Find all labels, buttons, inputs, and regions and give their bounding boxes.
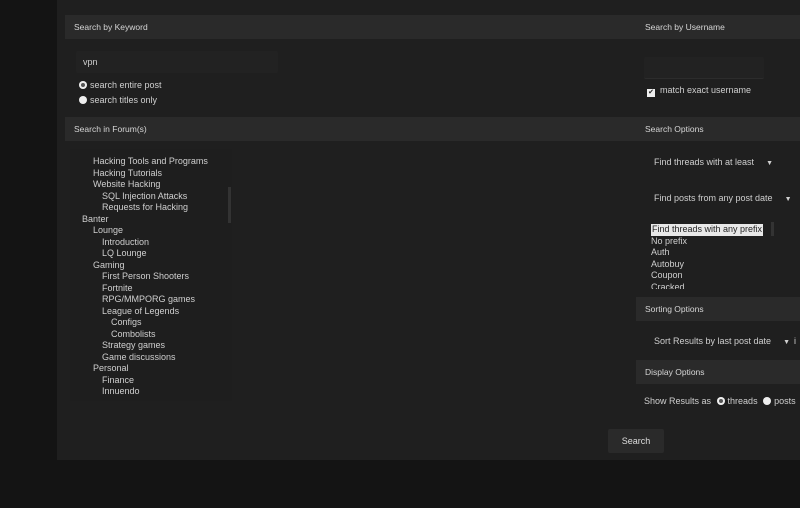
prefix-label: Coupon [651, 270, 683, 280]
radio-selected-icon [79, 81, 87, 89]
forum-list-scrollbar[interactable] [228, 187, 231, 223]
prefix-label: Autobuy [651, 258, 685, 269]
forum-item[interactable]: First Person Shooters [70, 271, 232, 283]
sorting-header: Sorting Options [636, 297, 800, 321]
prefix-label: Find threads with any prefix [651, 224, 764, 236]
match-exact-checkbox[interactable]: ✔ match exact username [647, 85, 751, 97]
forum-item[interactable]: League of Legends [70, 306, 232, 318]
forum-item[interactable]: Banter [70, 214, 232, 226]
radio-unselected-icon [79, 96, 87, 104]
forum-item[interactable]: Combolists [70, 329, 232, 341]
dropdown-arrow-icon: ▼ [783, 339, 790, 346]
display-header: Display Options [636, 360, 800, 384]
select-value: Find posts from any post date [654, 193, 773, 203]
radio-unselected-icon [763, 397, 772, 405]
forum-item[interactable]: Fortnite [70, 283, 232, 295]
radio-label: threads [727, 396, 758, 406]
forum-item[interactable]: Gaming [70, 260, 232, 272]
search-button[interactable]: Search [608, 429, 664, 453]
prefix-option[interactable]: Auth [651, 247, 771, 259]
keyword-value: vpn [83, 57, 98, 67]
threads-min-select[interactable]: Find threads with at least ▼ [654, 157, 773, 167]
prefix-listbox[interactable]: Find threads with any prefix No prefix Aut… [651, 224, 771, 289]
checkbox-label: match exact username [660, 85, 752, 95]
prefix-label: No prefix [651, 235, 688, 246]
forum-item[interactable]: Hacking Tools and Programs [70, 156, 232, 168]
prefix-option[interactable]: Find threads with any prefix [651, 224, 771, 236]
select-value: Find threads with at least [654, 157, 755, 167]
forum-item[interactable]: SQL Injection Attacks [70, 191, 232, 203]
keyword-header: Search by Keyword [65, 15, 636, 39]
prefix-option[interactable]: Autobuy [651, 259, 771, 271]
radio-threads[interactable]: threads [716, 396, 758, 406]
prefix-option[interactable]: No prefix [651, 236, 771, 248]
radio-label: search entire post [90, 80, 162, 90]
post-date-select[interactable]: Find posts from any post date ▼ [654, 193, 792, 203]
show-results-label: Show Results as [644, 396, 712, 406]
prefix-label: Cracked [651, 281, 685, 290]
checkmark-icon: ✔ [647, 89, 655, 97]
forum-item[interactable]: Introduction [70, 237, 232, 249]
prefix-label: Auth [651, 247, 670, 257]
forum-item[interactable]: Strategy games [70, 340, 232, 352]
radio-search-titles-only[interactable]: search titles only [79, 95, 157, 105]
forum-item[interactable]: Website Hacking [70, 179, 232, 191]
forum-item[interactable]: Game discussions [70, 352, 232, 364]
username-header: Search by Username [636, 15, 800, 39]
forum-item[interactable]: RPG/MMPORG games [70, 294, 232, 306]
radio-posts[interactable]: posts [763, 396, 796, 406]
forum-list[interactable]: Hacking Tools and Programs Hacking Tutori… [70, 149, 232, 401]
sort-trailing-text: i [794, 336, 796, 346]
select-value: Sort Results by last post date [654, 336, 772, 346]
forum-item[interactable]: Finance [70, 375, 232, 387]
radio-selected-icon [716, 397, 725, 405]
forum-item[interactable]: Hacking Tutorials [70, 168, 232, 180]
forum-item[interactable]: Configs [70, 317, 232, 329]
display-options-row: Show Results as threads posts [644, 396, 796, 406]
username-input[interactable] [644, 57, 764, 79]
forum-item[interactable]: Innuendo [70, 386, 232, 398]
dropdown-arrow-icon: ▼ [784, 196, 792, 203]
sort-select[interactable]: Sort Results by last post date ▼ [654, 336, 790, 346]
forum-item[interactable]: Requests for Hacking [70, 202, 232, 214]
forum-item[interactable]: Lounge [70, 225, 232, 237]
options-header: Search Options [636, 117, 800, 141]
radio-label: search titles only [90, 95, 158, 105]
prefix-scrollbar[interactable] [771, 222, 774, 236]
prefix-option[interactable]: Cracked [651, 282, 771, 290]
forum-item[interactable]: LQ Lounge [70, 248, 232, 260]
forum-item[interactable]: Personal [70, 363, 232, 375]
dropdown-arrow-icon: ▼ [766, 160, 773, 167]
keyword-input[interactable]: vpn [76, 51, 278, 73]
forums-header: Search in Forum(s) [65, 117, 636, 141]
radio-search-entire-post[interactable]: search entire post [79, 80, 162, 90]
radio-label: posts [774, 396, 796, 406]
prefix-option[interactable]: Coupon [651, 270, 771, 282]
